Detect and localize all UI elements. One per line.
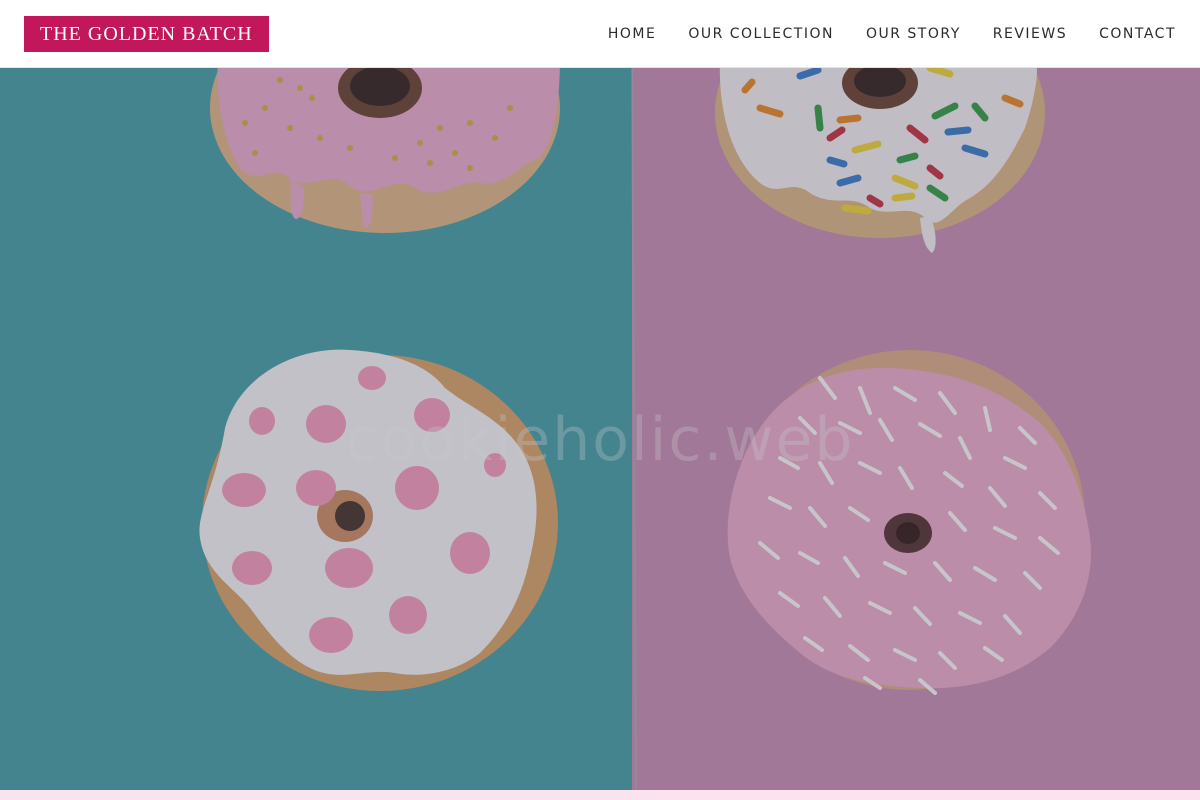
next-section-strip [0,790,1200,800]
nav-contact[interactable]: CONTACT [1099,26,1176,42]
hero-section [0,68,1200,790]
nav-reviews[interactable]: REVIEWS [993,26,1067,42]
hero-donut-image [0,68,1200,790]
main-nav: HOME OUR COLLECTION OUR STORY REVIEWS CO… [608,0,1176,68]
site-header: THE GOLDEN BATCH HOME OUR COLLECTION OUR… [0,0,1200,68]
nav-our-collection[interactable]: OUR COLLECTION [688,26,834,42]
hero-overlay [0,68,1200,790]
nav-home[interactable]: HOME [608,26,656,42]
site-logo[interactable]: THE GOLDEN BATCH [24,16,269,52]
nav-our-story[interactable]: OUR STORY [866,26,961,42]
